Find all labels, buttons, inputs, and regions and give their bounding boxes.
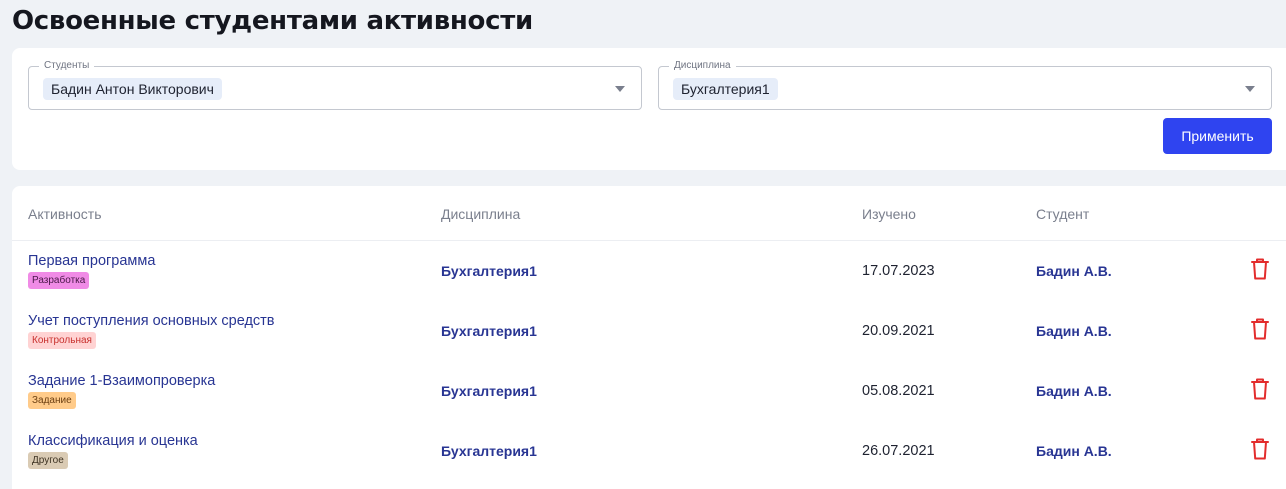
activities-table: Активность Дисциплина Изучено Студент Пе… <box>12 186 1286 489</box>
column-header-activity[interactable]: Активность <box>28 206 102 222</box>
activity-link[interactable]: Учет поступления основных средств <box>28 313 275 329</box>
activity-type-badge: Задание <box>28 392 76 409</box>
student-link[interactable]: Бадин А.В. <box>1036 443 1112 459</box>
student-link[interactable]: Бадин А.В. <box>1036 263 1112 279</box>
activity-type-badge: Контрольная <box>28 332 96 349</box>
activity-link[interactable]: Классификация и оценка <box>28 433 198 449</box>
column-header-discipline[interactable]: Дисциплина <box>441 206 520 222</box>
trash-icon[interactable] <box>1250 437 1270 461</box>
discipline-link[interactable]: Бухгалтерия1 <box>441 263 537 279</box>
studied-date: 17.07.2023 <box>862 263 935 279</box>
activity-type-badge: Другое <box>28 452 68 469</box>
apply-button[interactable]: Применить <box>1163 118 1272 154</box>
discipline-link[interactable]: Бухгалтерия1 <box>441 443 537 459</box>
table-row: Учет поступления основных средств Контрол… <box>12 302 1286 362</box>
chevron-down-icon[interactable] <box>1245 86 1255 92</box>
activity-type-badge: Разработка <box>28 272 90 289</box>
table-row: Задание 1-Взаимопроверка Задание Бухгалтер… <box>12 362 1286 422</box>
table-row: Классификация и оценка Другое Бухгалтерия1… <box>12 422 1286 482</box>
studied-date: 05.08.2021 <box>862 383 935 399</box>
activity-link[interactable]: Задание 1-Взаимопроверка <box>28 373 215 389</box>
discipline-selected-chip[interactable]: Бухгалтерия1 <box>673 78 778 100</box>
student-link[interactable]: Бадин А.В. <box>1036 323 1112 339</box>
studied-date: 20.09.2021 <box>862 323 935 339</box>
page-title: Освоенные студентами активности <box>12 6 533 36</box>
trash-icon[interactable] <box>1250 257 1270 281</box>
chevron-down-icon[interactable] <box>615 86 625 92</box>
students-selected-chip[interactable]: Бадин Антон Викторович <box>43 78 222 100</box>
student-link[interactable]: Бадин А.В. <box>1036 383 1112 399</box>
discipline-select[interactable]: Дисциплина Бухгалтерия1 <box>658 60 1272 110</box>
column-header-student[interactable]: Студент <box>1036 206 1089 222</box>
trash-icon[interactable] <box>1250 317 1270 341</box>
discipline-select-label: Дисциплина <box>669 60 736 72</box>
students-select[interactable]: Студенты Бадин Антон Викторович <box>28 60 642 110</box>
trash-icon[interactable] <box>1250 377 1270 401</box>
students-select-label: Студенты <box>39 60 95 72</box>
table-row: Первая программа Разработка Бухгалтерия1 17… <box>12 242 1286 302</box>
filter-panel: Студенты Бадин Антон Викторович Дисципли… <box>12 48 1286 170</box>
column-header-studied[interactable]: Изучено <box>862 206 916 222</box>
activity-link[interactable]: Первая программа <box>28 253 155 269</box>
discipline-link[interactable]: Бухгалтерия1 <box>441 383 537 399</box>
studied-date: 26.07.2021 <box>862 443 935 459</box>
discipline-link[interactable]: Бухгалтерия1 <box>441 323 537 339</box>
table-header: Активность Дисциплина Изучено Студент <box>12 186 1286 241</box>
